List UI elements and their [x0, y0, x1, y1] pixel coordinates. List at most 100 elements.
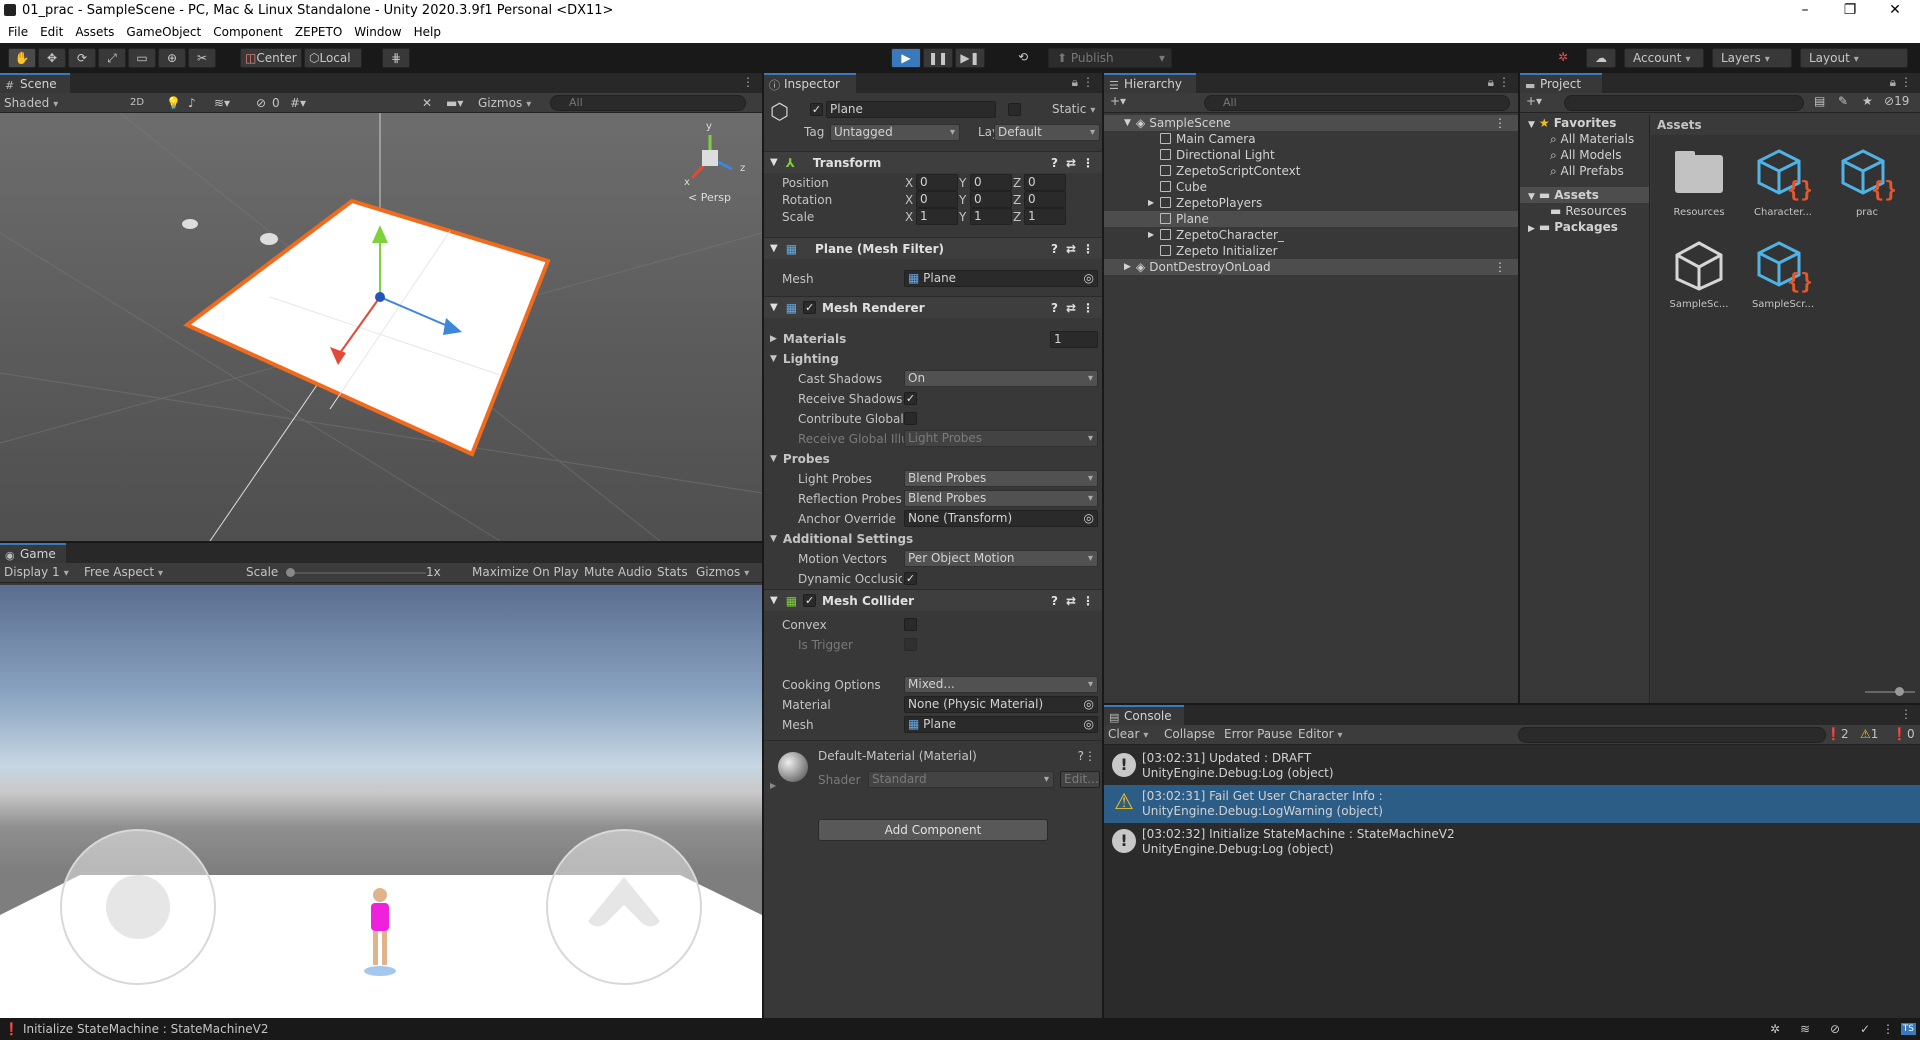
reflection-probes-dropdown[interactable]: Blend Probes — [904, 490, 1098, 507]
cloud-icon[interactable]: ☁ — [1586, 48, 1616, 68]
menu-gameobject[interactable]: GameObject — [126, 22, 201, 43]
layers-dropdown[interactable]: Layers — [1712, 48, 1792, 68]
preset-icon[interactable]: ⇄ — [1066, 301, 1076, 315]
help-icon[interactable]: ? — [1051, 242, 1058, 256]
preset-icon[interactable]: ⇄ — [1066, 594, 1076, 608]
tag-dropdown[interactable]: Untagged — [830, 124, 960, 141]
anchor-override-field[interactable]: None (Transform) ◎ — [904, 510, 1098, 527]
favorite-star-icon[interactable]: ★ — [1862, 94, 1873, 108]
foldout-arrow-icon[interactable]: ▶ — [1148, 195, 1154, 211]
error-pause-toggle[interactable]: Error Pause — [1224, 727, 1292, 741]
collider-mesh-field[interactable]: ▦ Plane ◎ — [904, 716, 1098, 733]
transform-x-field[interactable]: 1 — [916, 208, 958, 225]
mesh-filter-header[interactable]: ▼ ▦ Plane (Mesh Filter) ? ⇄ ⋮ — [764, 237, 1102, 259]
kebab-menu-icon[interactable]: ⋮ — [1082, 156, 1094, 170]
transform-y-field[interactable]: 1 — [970, 208, 1012, 225]
persp-label[interactable]: < Persp — [688, 191, 731, 204]
foldout-arrow-icon[interactable]: ▶ — [1148, 227, 1154, 243]
project-search-input[interactable] — [1564, 95, 1804, 111]
notification-icon[interactable]: ⋮ — [1882, 1022, 1894, 1036]
console-log-entry[interactable]: ! [03:02:31] Updated : DRAFT UnityEngine.D… — [1104, 747, 1920, 785]
scene-root[interactable]: ▼ ◈ SampleScene ⋮ — [1104, 115, 1518, 131]
close-button[interactable]: ✕ — [1875, 0, 1915, 22]
help-icon[interactable]: ? — [1051, 156, 1058, 170]
rotate-tool-icon[interactable]: ⟳ — [68, 48, 96, 68]
transform-z-field[interactable]: 1 — [1024, 208, 1066, 225]
object-picker-icon[interactable]: ◎ — [1084, 271, 1094, 286]
pause-button[interactable]: ❚❚ — [923, 48, 953, 68]
maximize-on-play-toggle[interactable]: Maximize On Play — [472, 565, 579, 579]
tab-console[interactable]: ▤ Console — [1104, 705, 1184, 725]
help-icon[interactable]: ? — [1051, 301, 1058, 315]
status-message[interactable]: Initialize StateMachine : StateMachineV2 — [23, 1022, 269, 1036]
kebab-menu-icon[interactable]: ⋮ — [1900, 75, 1912, 89]
play-button[interactable]: ▶ — [891, 48, 921, 68]
receive-shadows-checkbox[interactable]: ✓ — [904, 392, 917, 405]
transform-x-field[interactable]: 0 — [916, 174, 958, 191]
kebab-menu-icon[interactable]: ⋮ — [1498, 75, 1510, 89]
audio-toggle-icon[interactable]: ♪ — [188, 96, 196, 110]
scale-slider[interactable] — [286, 568, 426, 577]
menu-component[interactable]: Component — [213, 22, 283, 43]
effects-icon[interactable]: ≋▾ — [214, 96, 230, 110]
stats-toggle[interactable]: Stats — [657, 565, 688, 579]
favorite-search-item[interactable]: ⌕ All Prefabs — [1520, 163, 1649, 179]
static-checkbox[interactable] — [1008, 103, 1021, 116]
favorites-item[interactable]: ▼ ★ Favorites — [1520, 115, 1649, 131]
layout-dropdown[interactable]: Layout — [1800, 48, 1908, 68]
zoom-slider[interactable] — [1865, 687, 1915, 696]
tab-hierarchy[interactable]: ☰ Hierarchy — [1104, 73, 1196, 93]
materials-foldout[interactable]: ▶ Materials — [770, 332, 846, 346]
hierarchy-item[interactable]: Main Camera — [1104, 131, 1518, 147]
resources-folder-item[interactable]: ▬ Resources — [1520, 203, 1649, 219]
zoom-slider-thumb[interactable] — [1895, 687, 1904, 696]
collab-status-icon[interactable]: ✓ — [1860, 1022, 1870, 1036]
kebab-menu-icon[interactable]: ⋮ — [1082, 75, 1094, 89]
tab-inspector[interactable]: ⓘ Inspector — [764, 73, 856, 93]
mute-audio-toggle[interactable]: Mute Audio — [584, 565, 652, 579]
game-gizmos-dropdown[interactable]: Gizmos — [696, 565, 749, 579]
tab-game[interactable]: ◉ Game — [0, 543, 66, 563]
create-plus-icon[interactable]: +▾ — [1526, 94, 1542, 108]
axis-x-letter[interactable]: X — [905, 176, 913, 190]
move-tool-icon[interactable]: ✥ — [38, 48, 66, 68]
kebab-menu-icon[interactable]: ⋮ — [1494, 115, 1506, 131]
preset-icon[interactable]: ⇄ — [1066, 156, 1076, 170]
menu-zepeto[interactable]: ZEPETO — [295, 22, 342, 43]
favorite-search-item[interactable]: ⌕ All Models — [1520, 147, 1649, 163]
editor-dropdown[interactable]: Editor — [1298, 727, 1343, 741]
lock-icon[interactable]: 🔒︎ — [1072, 75, 1078, 90]
lock-icon[interactable]: 🔒︎ — [1488, 75, 1494, 90]
mesh-collider-enabled-checkbox[interactable]: ✓ — [803, 594, 817, 607]
orientation-gizmo[interactable]: y x z < Persp — [680, 121, 750, 204]
kebab-menu-icon[interactable]: ⋮ — [1494, 259, 1506, 275]
console-log-entry[interactable]: ⚠ [03:02:31] Fail Get User Character Info… — [1104, 785, 1920, 823]
static-dropdown[interactable]: Static — [1052, 102, 1095, 116]
mesh-field[interactable]: ▦ Plane ◎ — [904, 270, 1098, 287]
object-picker-icon[interactable]: ◎ — [1084, 717, 1094, 732]
transform-header[interactable]: ▼ ⅄ Transform ? ⇄ ⋮ — [764, 151, 1102, 173]
axis-y-letter[interactable]: Y — [959, 210, 966, 224]
object-picker-icon[interactable]: ◎ — [1084, 697, 1094, 712]
hierarchy-item[interactable]: Zepeto Initializer — [1104, 243, 1518, 259]
axis-z-letter[interactable]: Z — [1013, 176, 1021, 190]
menu-edit[interactable]: Edit — [40, 22, 63, 43]
tab-project[interactable]: ▬ Project — [1520, 73, 1602, 93]
hidden-packages-icon[interactable]: ⊘19 — [1884, 94, 1909, 108]
transform-tool-icon[interactable]: ⊕ — [158, 48, 186, 68]
filter-type-icon[interactable]: ▤ — [1814, 94, 1825, 108]
hierarchy-item[interactable]: ▶ ZepetoPlayers — [1104, 195, 1518, 211]
object-picker-icon[interactable]: ◎ — [1084, 511, 1094, 526]
light-probes-dropdown[interactable]: Blend Probes — [904, 470, 1098, 487]
kebab-menu-icon[interactable]: ⋮ — [1084, 749, 1096, 763]
preset-icon[interactable]: ⇄ — [1066, 242, 1076, 256]
transform-z-field[interactable]: 0 — [1024, 191, 1066, 208]
info-filter-toggle[interactable]: ❗2 — [1826, 727, 1849, 741]
dynamic-occlusion-checkbox[interactable]: ✓ — [904, 572, 917, 585]
cast-shadows-dropdown[interactable]: On — [904, 370, 1098, 387]
grid-icon[interactable]: #▾ — [290, 96, 306, 110]
project-asset-item[interactable]: {} Character... — [1745, 145, 1821, 231]
convex-checkbox[interactable] — [904, 618, 917, 631]
scene-search-input[interactable]: All — [550, 95, 746, 111]
console-search-input[interactable] — [1518, 727, 1826, 743]
